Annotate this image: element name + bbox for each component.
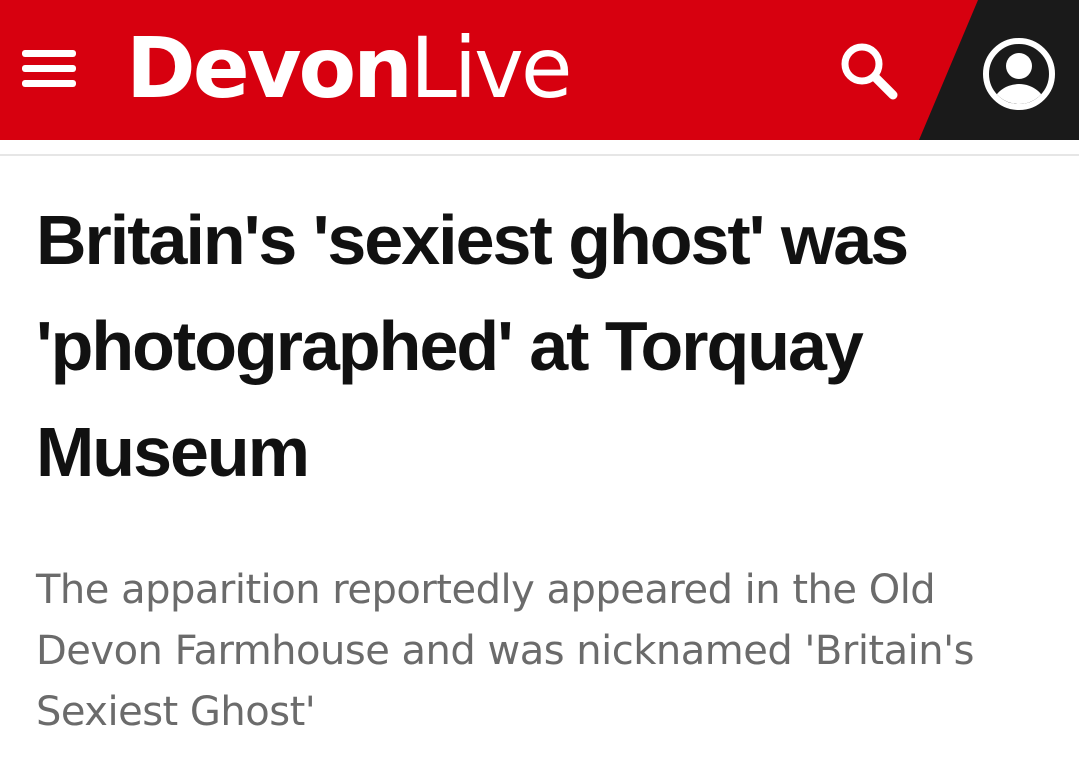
logo-bold-text: Devon [126,19,413,117]
site-header: DevonLive [0,0,1079,140]
user-account-icon [983,38,1055,110]
menu-button[interactable] [18,40,80,96]
article-standfirst: The apparition reportedly appeared in th… [36,567,974,735]
account-button[interactable] [981,36,1057,112]
article-headline: Britain's 'sexiest ghost' was 'photograp… [36,201,909,491]
site-logo[interactable]: DevonLive [126,18,573,118]
search-icon [841,43,898,100]
header-divider [0,154,1079,156]
page: DevonLive Britain's 'sexiest ghost' was … [0,0,1079,783]
logo-light-text: Live [409,19,573,117]
search-button[interactable] [836,38,900,102]
